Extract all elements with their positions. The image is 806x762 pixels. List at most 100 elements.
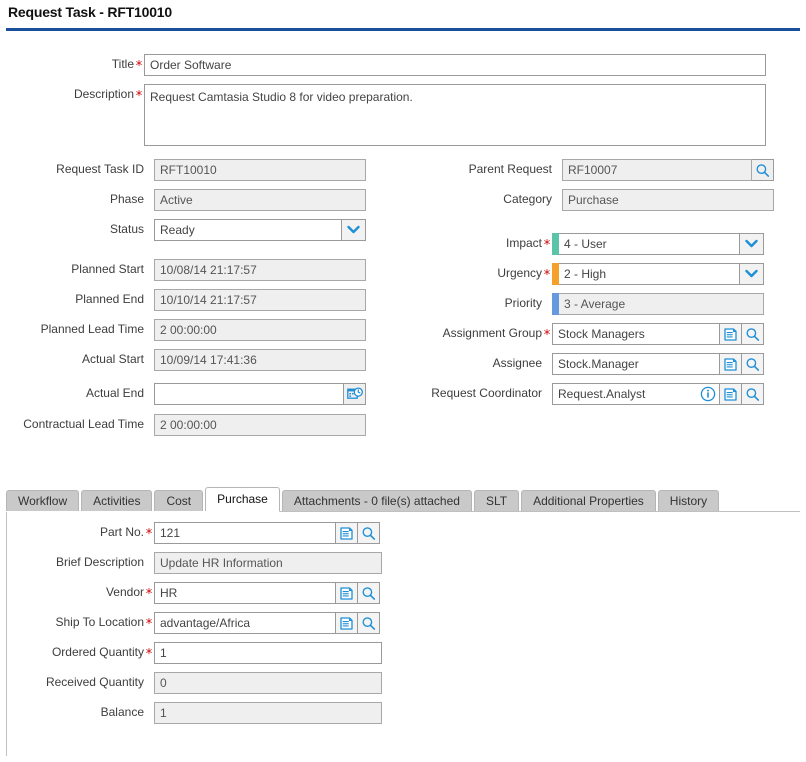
title-input[interactable]: Order Software <box>144 54 766 76</box>
field-description[interactable]: Request Camtasia Studio 8 for video prep… <box>144 84 766 146</box>
label-request-task-id: Request Task ID <box>56 162 144 176</box>
required-marker-impact: * <box>543 238 551 253</box>
field-row-planned-end: Planned End 10/10/14 21:17:57 <box>0 289 366 311</box>
field-part-no[interactable]: 121 <box>154 522 380 544</box>
field-row-received-quantity: Received Quantity 0 <box>0 672 382 694</box>
required-marker-ship-to-location: * <box>145 617 153 632</box>
record-list-icon <box>723 387 738 402</box>
received-quantity-value: 0 <box>154 672 382 694</box>
assignee-input[interactable]: Stock.Manager <box>552 353 720 375</box>
field-row-brief-description: Brief Description Update HR Information <box>0 552 382 574</box>
planned-end-value: 10/10/14 21:17:57 <box>154 289 366 311</box>
vendor-input[interactable]: HR <box>154 582 336 604</box>
tab-cost[interactable]: Cost <box>154 490 204 512</box>
field-assignment-group[interactable]: Stock Managers <box>552 323 764 345</box>
label-priority: Priority <box>504 296 542 310</box>
label-parent-request: Parent Request <box>468 162 552 176</box>
field-row-planned-lead-time: Planned Lead Time 2 00:00:00 <box>0 319 366 341</box>
magnifier-icon <box>745 387 760 402</box>
ship-to-location-input[interactable]: advantage/Africa <box>154 612 336 634</box>
assignment-group-input[interactable]: Stock Managers <box>552 323 720 345</box>
field-urgency[interactable]: 2 - High <box>552 263 764 285</box>
required-marker-title: * <box>135 59 143 74</box>
field-impact[interactable]: 4 - User <box>552 233 764 255</box>
impact-dropdown-button[interactable] <box>740 233 764 255</box>
urgency-dropdown-button[interactable] <box>740 263 764 285</box>
field-row-vendor: Vendor * HR <box>0 582 380 604</box>
impact-select-value[interactable]: 4 - User <box>559 233 740 255</box>
label-planned-lead-time: Planned Lead Time <box>40 322 144 336</box>
request-coordinator-picker-button[interactable] <box>720 383 742 405</box>
record-list-icon <box>723 357 738 372</box>
label-planned-end: Planned End <box>75 292 144 306</box>
label-received-quantity: Received Quantity <box>45 675 144 689</box>
record-list-icon <box>339 526 354 541</box>
label-part-no: Part No. <box>99 525 144 539</box>
assignment-group-lookup-button[interactable] <box>742 323 764 345</box>
record-list-icon <box>723 327 738 342</box>
field-row-assignment-group: Assignment Group * Stock Managers <box>400 323 764 345</box>
vendor-picker-button[interactable] <box>336 582 358 604</box>
vendor-lookup-button[interactable] <box>358 582 380 604</box>
status-select-value[interactable]: Ready <box>154 219 342 241</box>
urgency-select-value[interactable]: 2 - High <box>559 263 740 285</box>
field-actual-end[interactable] <box>154 383 366 405</box>
actual-end-datetime-button[interactable] <box>344 383 366 405</box>
status-dropdown-button[interactable] <box>342 219 366 241</box>
info-circle-icon[interactable] <box>700 386 716 402</box>
field-vendor[interactable]: HR <box>154 582 380 604</box>
field-assignee[interactable]: Stock.Manager <box>552 353 764 375</box>
field-row-planned-start: Planned Start 10/08/14 21:17:57 <box>0 259 366 281</box>
assignment-group-picker-button[interactable] <box>720 323 742 345</box>
part-no-input[interactable]: 121 <box>154 522 336 544</box>
field-row-part-no: Part No. * 121 <box>0 522 380 544</box>
label-vendor: Vendor <box>105 585 144 599</box>
field-priority: 3 - Average <box>552 293 764 315</box>
balance-value: 1 <box>154 702 382 724</box>
required-marker-urgency: * <box>543 268 551 283</box>
request-coordinator-input[interactable]: Request.Analyst <box>552 383 720 405</box>
ship-to-location-lookup-button[interactable] <box>358 612 380 634</box>
field-actual-start: 10/09/14 17:41:36 <box>154 349 366 371</box>
field-row-status: Status Ready <box>0 219 366 241</box>
field-row-description: Description * Request Camtasia Studio 8 … <box>0 84 766 146</box>
tab-additional-properties[interactable]: Additional Properties <box>521 490 656 512</box>
part-no-picker-button[interactable] <box>336 522 358 544</box>
parent-request-value: RF10007 <box>562 159 752 181</box>
ordered-quantity-input[interactable]: 1 <box>154 642 382 664</box>
assignee-lookup-button[interactable] <box>742 353 764 375</box>
field-row-request-task-id: Request Task ID RFT10010 <box>0 159 366 181</box>
header-divider <box>6 28 800 31</box>
tab-history[interactable]: History <box>657 490 720 512</box>
label-actual-start: Actual Start <box>81 352 144 366</box>
field-row-actual-end: Actual End <box>0 383 366 405</box>
field-row-category: Category Purchase <box>400 189 774 211</box>
field-title[interactable]: Order Software <box>144 54 766 76</box>
label-actual-end: Actual End <box>85 386 144 400</box>
label-ordered-quantity: Ordered Quantity <box>51 645 144 659</box>
description-textarea[interactable]: Request Camtasia Studio 8 for video prep… <box>144 84 766 146</box>
field-parent-request[interactable]: RF10007 <box>562 159 774 181</box>
tab-slt[interactable]: SLT <box>473 490 520 512</box>
tab-purchase[interactable]: Purchase <box>205 487 280 512</box>
parent-request-lookup-button[interactable] <box>752 159 774 181</box>
tab-activities[interactable]: Activities <box>81 490 153 512</box>
part-no-lookup-button[interactable] <box>358 522 380 544</box>
field-request-coordinator[interactable]: Request.Analyst <box>552 383 764 405</box>
field-ordered-quantity[interactable]: 1 <box>154 642 382 664</box>
field-row-contractual-lead-time: Contractual Lead Time 2 00:00:00 <box>0 414 366 436</box>
tab-attachments[interactable]: Attachments - 0 file(s) attached <box>281 490 472 512</box>
field-ship-to-location[interactable]: advantage/Africa <box>154 612 380 634</box>
request-task-id-value: RFT10010 <box>154 159 366 181</box>
planned-lead-time-value: 2 00:00:00 <box>154 319 366 341</box>
request-coordinator-lookup-button[interactable] <box>742 383 764 405</box>
actual-end-input[interactable] <box>154 383 344 405</box>
tab-workflow[interactable]: Workflow <box>6 490 80 512</box>
field-status[interactable]: Ready <box>154 219 366 241</box>
ship-to-location-picker-button[interactable] <box>336 612 358 634</box>
field-row-request-coordinator: Request Coordinator * Request.Analyst <box>400 383 764 405</box>
chevron-down-icon <box>347 223 360 237</box>
page-header: Request Task - RFT10010 <box>0 0 806 30</box>
tab-bar: Workflow Activities Cost Purchase Attach… <box>6 487 800 512</box>
assignee-picker-button[interactable] <box>720 353 742 375</box>
